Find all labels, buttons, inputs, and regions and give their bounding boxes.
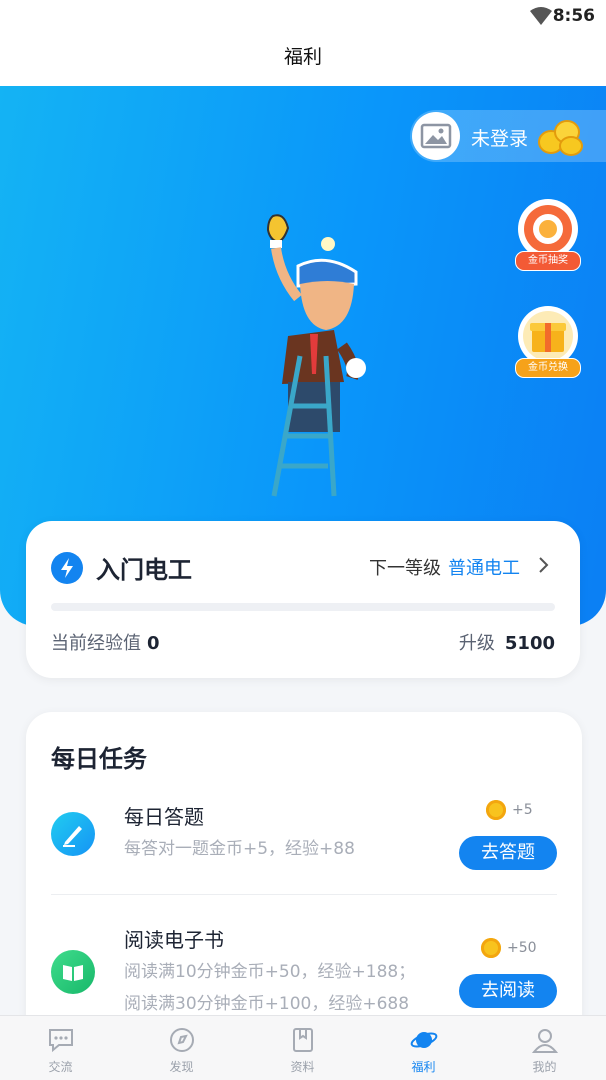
planet-icon [410,1032,438,1048]
coin-exchange-label: 金币兑换 [515,358,581,378]
tab-chat[interactable]: 交流 [0,1016,121,1080]
tab-label: 发现 [169,1060,194,1074]
electrician-illustration [266,214,366,497]
next-level-label[interactable]: 下一等级 [369,554,441,580]
tab-welfare[interactable]: 福利 [363,1016,484,1080]
gold-coins-icon [538,120,583,156]
tab-label: 资料 [290,1060,315,1074]
discover-icon [170,1028,194,1052]
login-status-text[interactable]: 未登录 [471,124,528,151]
task-name: 每日答题 [124,805,204,829]
pen-icon [51,812,95,856]
tab-discover[interactable]: 发现 [121,1016,242,1080]
experience-value: 0 [147,633,160,654]
upgrade-label: 升级 [458,633,495,654]
page-title: 福利 [0,32,606,86]
task-reward: +50 [481,938,537,958]
tab-label: 福利 [411,1060,436,1074]
coin-exchange-button[interactable]: 金币兑换 [515,306,581,378]
experience-label: 当前经验值 [51,633,141,654]
tab-label: 交流 [48,1060,73,1074]
wifi-icon [530,7,552,25]
tab-materials[interactable]: 资料 [242,1016,363,1080]
current-level-name: 入门电工 [96,556,192,584]
chevron-right-icon[interactable] [538,555,550,575]
tab-label: 我的 [532,1060,557,1074]
experience-progress-bar [51,603,555,611]
divider [51,894,557,895]
task-name: 阅读电子书 [124,928,224,952]
experience-info: 当前经验值 0 [51,629,160,655]
open-book-icon [51,950,95,994]
status-time: 8:56 [552,6,595,26]
chat-icon [49,1029,73,1053]
section-title: 每日任务 [51,745,147,773]
lightning-icon [51,552,83,584]
book-icon [293,1028,313,1052]
coin-lottery-button[interactable]: 金币抽奖 [515,199,581,271]
upgrade-value: 5100 [504,633,555,654]
avatar[interactable] [412,112,460,160]
read-ebook-button[interactable]: 去阅读 [459,974,557,1008]
next-level-name[interactable]: 普通电工 [448,554,520,580]
bottom-tab-bar: 交流 发现 资料 福利 我的 [0,1015,606,1080]
task-description: 每答对一题金币+5，经验+88 [124,839,355,859]
upgrade-info: 升级 5100 [459,629,555,655]
user-icon [531,1029,559,1053]
coin-icon [481,938,501,958]
task-reward: +5 [486,800,533,820]
task-description: 阅读满10分钟金币+50，经验+188； [124,962,416,982]
tab-profile[interactable]: 我的 [484,1016,605,1080]
level-card: 入门电工 下一等级 普通电工 当前经验值 0 升级 5100 [26,521,580,678]
status-bar: 8:56 [0,0,606,32]
image-placeholder-icon [420,123,452,149]
coin-icon [486,800,506,820]
coin-lottery-label: 金币抽奖 [515,251,581,271]
answer-quiz-button[interactable]: 去答题 [459,836,557,870]
